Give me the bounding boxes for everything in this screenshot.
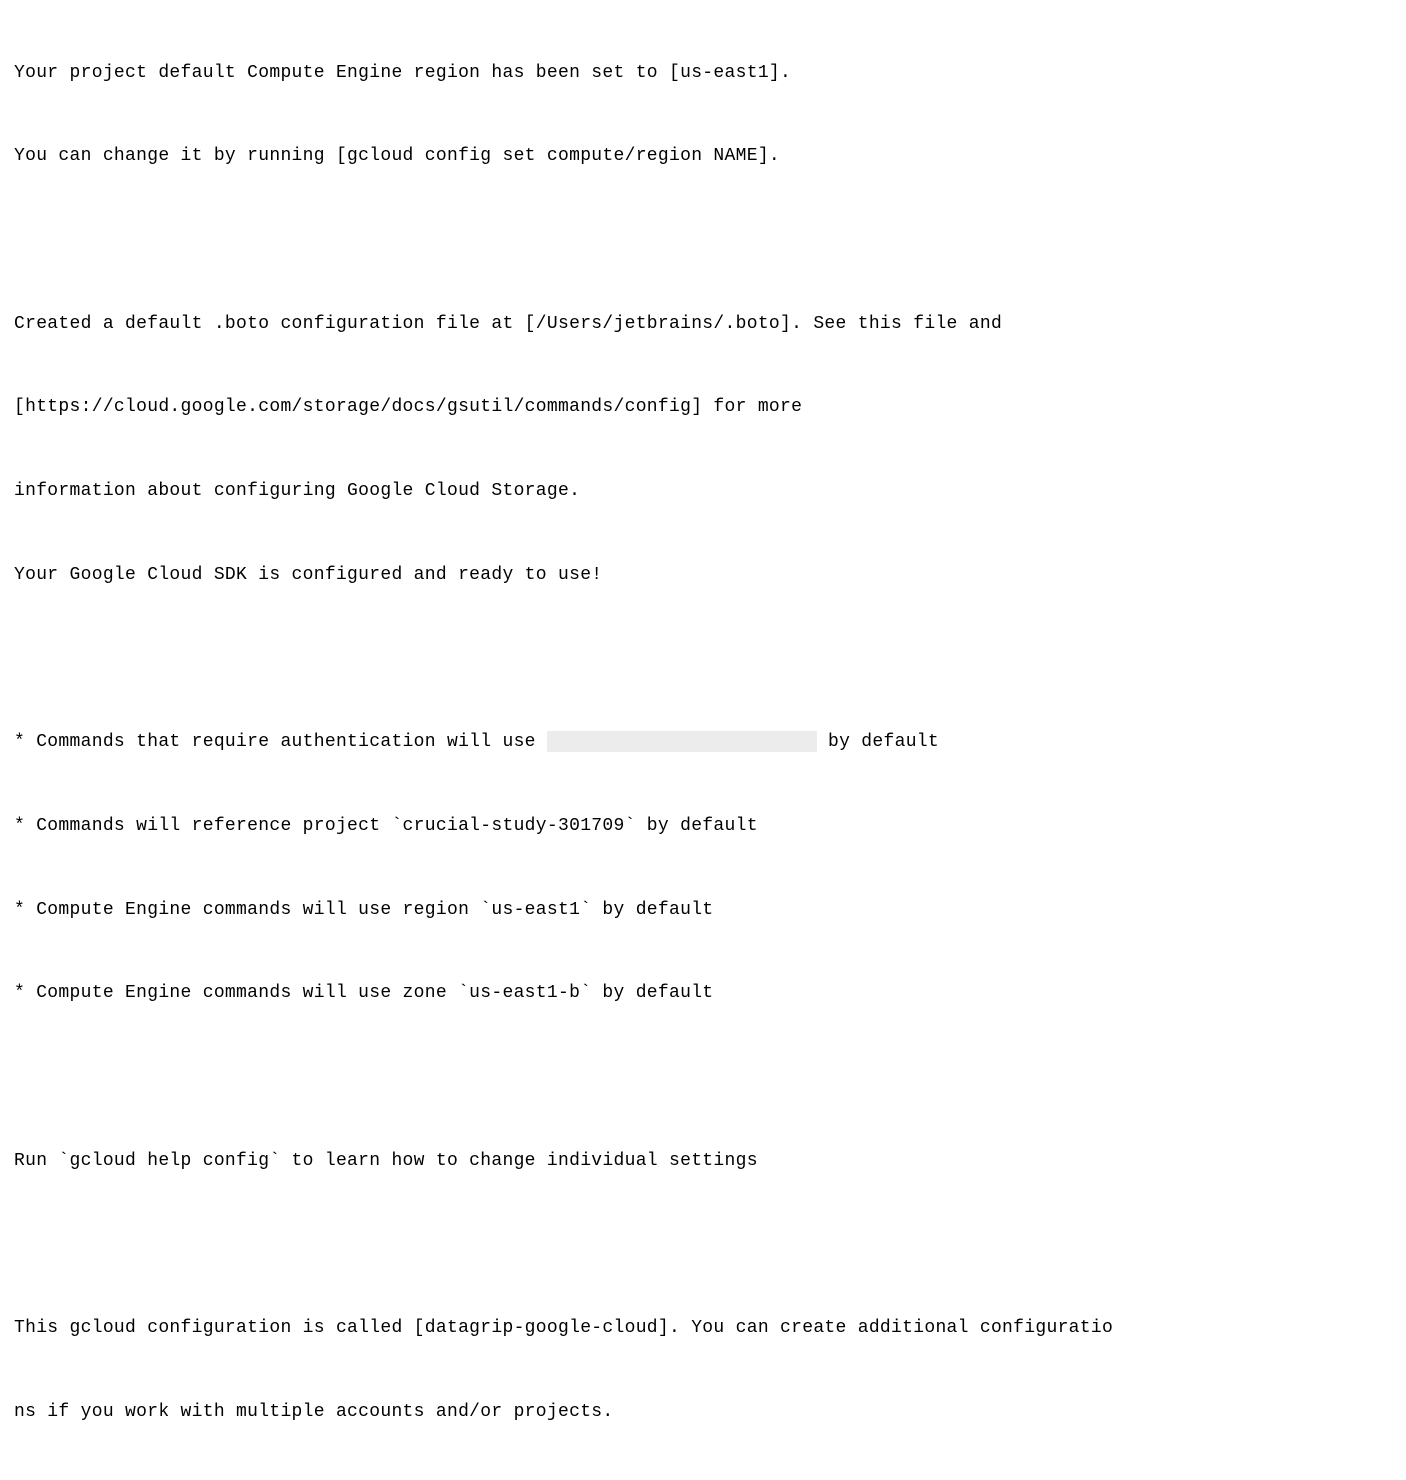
output-line: * Compute Engine commands will use regio… <box>14 897 1392 925</box>
redacted-email <box>547 731 817 753</box>
auth-suffix: by default <box>817 732 939 752</box>
output-line: You can change it by running [gcloud con… <box>14 143 1392 171</box>
output-line <box>14 227 1392 255</box>
output-line-auth: * Commands that require authentication w… <box>14 729 1392 757</box>
output-line: Your Google Cloud SDK is configured and … <box>14 562 1392 590</box>
output-line: Created a default .boto configuration fi… <box>14 311 1392 339</box>
output-line <box>14 645 1392 673</box>
output-line: * Commands will reference project `cruci… <box>14 813 1392 841</box>
output-line: * Compute Engine commands will use zone … <box>14 980 1392 1008</box>
output-line: [https://cloud.google.com/storage/docs/g… <box>14 394 1392 422</box>
output-line: information about configuring Google Clo… <box>14 478 1392 506</box>
output-line: Run `gcloud help config` to learn how to… <box>14 1148 1392 1176</box>
output-line: ns if you work with multiple accounts an… <box>14 1399 1392 1427</box>
output-line: Your project default Compute Engine regi… <box>14 60 1392 88</box>
auth-prefix: * Commands that require authentication w… <box>14 732 547 752</box>
output-line <box>14 1231 1392 1259</box>
terminal-output[interactable]: Your project default Compute Engine regi… <box>14 4 1392 1480</box>
output-line: This gcloud configuration is called [dat… <box>14 1315 1392 1343</box>
output-line <box>14 1064 1392 1092</box>
